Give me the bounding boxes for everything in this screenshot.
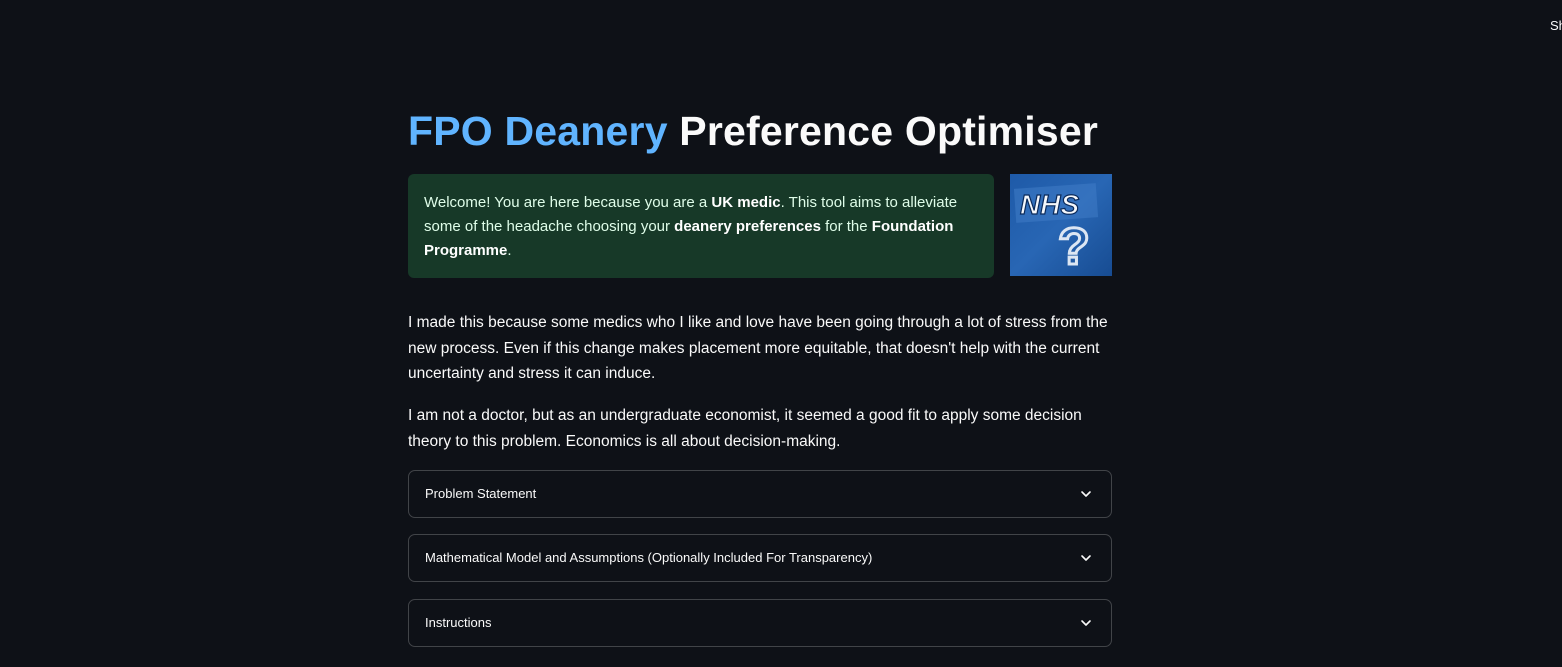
expander-problem-statement[interactable]: Problem Statement <box>408 470 1112 518</box>
svg-text:NHS: NHS <box>1020 189 1079 220</box>
expander-mathematical-model[interactable]: Mathematical Model and Assumptions (Opti… <box>408 534 1112 582</box>
emphasis-deanery-preferences: deanery preferences <box>674 218 821 235</box>
chevron-down-icon <box>1081 491 1091 497</box>
title-accent: FPO Deanery <box>408 108 668 154</box>
page-title: FPO Deanery Preference Optimiser <box>408 96 1112 166</box>
nhs-question-image: NHS ? <box>1010 174 1112 276</box>
welcome-alert: Welcome! You are here because you are a … <box>408 174 994 278</box>
emphasis-uk-medic: UK medic <box>711 194 781 211</box>
svg-text:?: ? <box>1058 218 1090 276</box>
main-menu-button[interactable]: Sh <box>1550 18 1562 33</box>
expander-instructions[interactable]: Instructions <box>408 599 1112 647</box>
main-content: FPO Deanery Preference Optimiser Welcome… <box>408 96 1112 647</box>
expander-label: Mathematical Model and Assumptions (Opti… <box>425 550 873 565</box>
expander-label: Problem Statement <box>425 486 537 501</box>
welcome-row: Welcome! You are here because you are a … <box>408 174 1112 278</box>
chevron-down-icon <box>1081 555 1091 561</box>
title-rest: Preference Optimiser <box>679 108 1099 154</box>
expander-label: Instructions <box>425 615 492 630</box>
chevron-down-icon <box>1081 620 1091 626</box>
intro-paragraph-1: I made this because some medics who I li… <box>408 314 1108 382</box>
intro-paragraph-2: I am not a doctor, but as an undergradua… <box>408 407 1082 450</box>
